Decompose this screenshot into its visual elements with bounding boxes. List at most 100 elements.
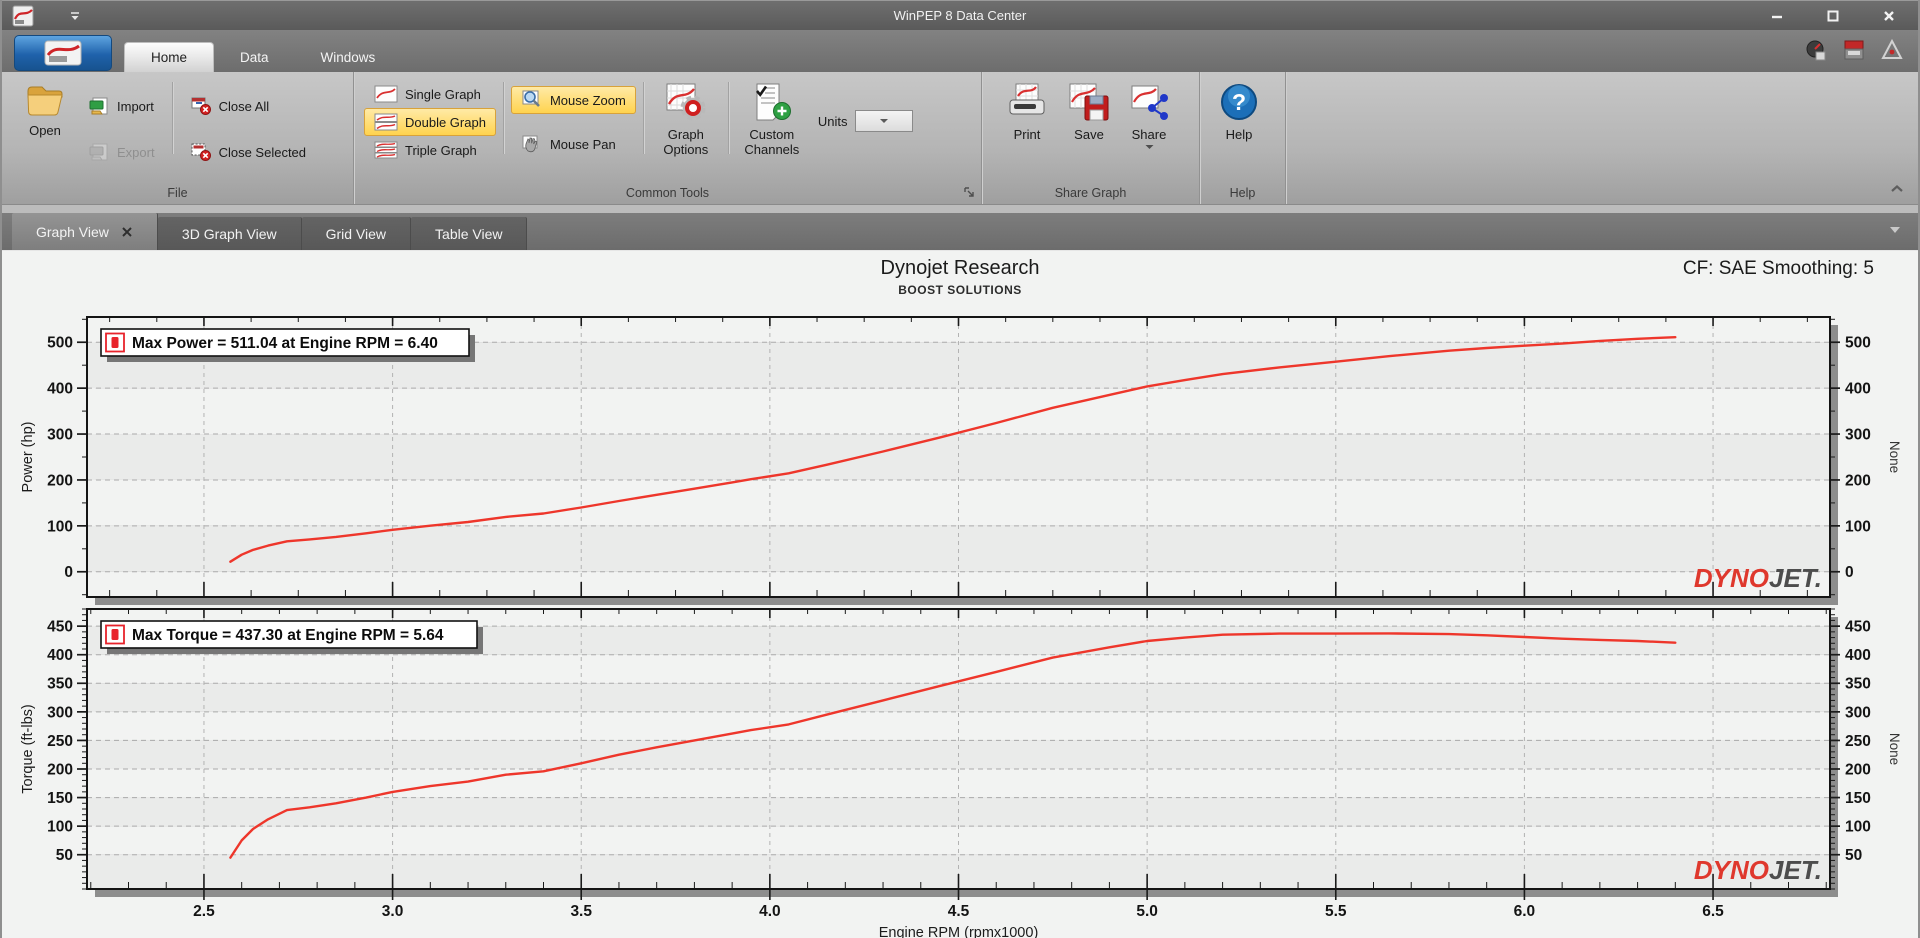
help-button[interactable]: ? Help: [1210, 78, 1268, 142]
close-selected-button[interactable]: Close Selected: [180, 138, 316, 166]
winpep-window: WinPEP 8 Data Center Home Data Windows O…: [0, 0, 1920, 938]
y-tick-label-left: 100: [47, 819, 73, 836]
share-label: Share: [1131, 127, 1167, 142]
close-all-button[interactable]: Close All: [180, 92, 316, 120]
single-graph-icon: [374, 85, 398, 103]
custom-channels-label: Custom Channels: [744, 127, 800, 157]
y-tick-label-right: 350: [1845, 676, 1871, 693]
triple-graph-button[interactable]: Triple Graph: [364, 136, 496, 164]
single-graph-button[interactable]: Single Graph: [364, 80, 496, 108]
chevron-down-icon: [880, 119, 889, 123]
group-divider: [642, 82, 644, 154]
y-tick-label-left: 100: [47, 518, 73, 535]
export-button[interactable]: Export: [78, 138, 165, 166]
ribbon-tab-data[interactable]: Data: [214, 42, 295, 72]
ribbon-tab-home-label: Home: [151, 50, 188, 65]
legend: Max Torque = 437.30 at Engine RPM = 5.64: [100, 620, 483, 654]
ribbon-collapse-chevron-icon[interactable]: [1888, 182, 1906, 196]
export-csv-icon: [89, 143, 108, 161]
graph-options-button[interactable]: Graph Options: [651, 78, 721, 157]
file-group-label: File: [167, 186, 188, 200]
chart-title: Dynojet Research: [880, 257, 1040, 279]
double-graph-button[interactable]: Double Graph: [364, 108, 496, 136]
group-divider: [171, 82, 173, 154]
close-all-label: Close All: [218, 98, 270, 114]
ribbon-group-common-tools: Single Graph Double Graph Triple Graph M…: [354, 72, 982, 204]
save-button[interactable]: Save: [1058, 78, 1120, 142]
power-chart[interactable]: DYNOJET. 0 0 100 100 200 200 300 300 400 400 500 500…: [2, 309, 1920, 609]
custom-channels-button[interactable]: Custom Channels: [736, 78, 808, 157]
x-tick-label: 3.0: [382, 903, 404, 920]
triangle-logo-icon[interactable]: [1880, 38, 1904, 62]
y-tick-label-left: 350: [47, 676, 73, 693]
graph-options-icon: [666, 83, 706, 121]
gauge-icon[interactable]: [1804, 38, 1828, 62]
quick-access-dropdown-icon[interactable]: [68, 9, 82, 23]
close-button[interactable]: [1872, 5, 1906, 27]
minimize-button[interactable]: [1760, 5, 1794, 27]
dyno-module-icon[interactable]: [1842, 38, 1866, 62]
y-tick-label-right: 300: [1845, 426, 1871, 443]
import-label: Import: [117, 98, 154, 114]
application-menu-button[interactable]: [14, 35, 112, 71]
tab-table-view[interactable]: Table View: [411, 217, 528, 250]
tab-close-icon[interactable]: [121, 226, 133, 238]
tab-3d-graph-view-label: 3D Graph View: [181, 225, 277, 242]
ribbon-tab-windows-label: Windows: [320, 49, 376, 65]
import-button[interactable]: Import: [78, 92, 165, 120]
tab-graph-view[interactable]: Graph View: [12, 213, 158, 250]
y-tick-label-right: 300: [1845, 704, 1871, 721]
mouse-pan-button[interactable]: Mouse Pan: [511, 130, 636, 158]
chart-svg: DYNOJET.2.5 3.0 3.5 4.0 4.5 5.0 5.5 6.0 6.550 501…: [20, 608, 1902, 938]
y-tick-label-left: 400: [47, 647, 73, 664]
print-button[interactable]: Print: [996, 78, 1058, 142]
units-dropdown[interactable]: [855, 110, 914, 132]
right-axis-label: None: [1887, 441, 1902, 473]
ribbon-tab-data-label: Data: [240, 49, 269, 65]
tab-list-dropdown-icon[interactable]: [1888, 225, 1902, 235]
double-graph-icon: [374, 113, 398, 131]
group-divider: [727, 82, 729, 154]
y-tick-label-left: 200: [47, 472, 73, 489]
ribbon-tab-home[interactable]: Home: [124, 42, 215, 72]
y-tick-label-left: 0: [64, 564, 73, 581]
x-tick-label: 4.0: [759, 903, 781, 920]
ribbon-group-help: ? Help Help: [1200, 72, 1286, 204]
y-tick-label-left: 500: [47, 335, 73, 352]
view-tab-strip: Graph View 3D Graph View Grid View Table…: [2, 213, 1918, 250]
share-icon: [1131, 85, 1168, 120]
mouse-zoom-button[interactable]: Mouse Zoom: [510, 86, 636, 114]
titlebar-tool-icons: [1804, 38, 1904, 62]
y-tick-label-left: 50: [56, 847, 73, 864]
y-tick-label-right: 450: [1845, 619, 1871, 636]
share-button[interactable]: Share: [1120, 78, 1178, 150]
group-divider: [502, 82, 504, 154]
help-icon: ?: [1221, 84, 1257, 120]
custom-channels-icon: [755, 83, 791, 121]
x-tick-label: 4.5: [948, 903, 970, 920]
x-tick-label: 6.0: [1514, 903, 1536, 920]
ribbon: Open Import Export Close All Close Selec…: [2, 72, 1918, 205]
tab-grid-view-label: Grid View: [325, 225, 387, 242]
mouse-pan-label: Mouse Pan: [549, 136, 616, 152]
maximize-button[interactable]: [1816, 5, 1850, 27]
torque-chart[interactable]: DYNOJET. 2.5 3.0 3.5 4.0 4.5 5.0 5.5 6.0 6.5 50 50 1…: [2, 601, 1920, 938]
triple-graph-icon: [374, 141, 398, 159]
y-tick-label-right: 400: [1845, 381, 1871, 398]
tab-3d-graph-view[interactable]: 3D Graph View: [157, 217, 302, 250]
y-tick-label-right: 200: [1845, 761, 1871, 778]
open-button[interactable]: Open: [12, 78, 78, 138]
y-tick-label-right: 100: [1845, 819, 1871, 836]
save-icon: [1069, 83, 1109, 121]
dialog-launcher-icon[interactable]: [963, 186, 976, 199]
y-tick-label-left: 400: [47, 381, 73, 398]
graph-options-label: Graph Options: [663, 127, 709, 157]
print-icon: [1009, 83, 1045, 115]
tab-grid-view[interactable]: Grid View: [301, 217, 412, 250]
close-selected-icon: [191, 143, 211, 161]
y-axis-label: Power (hp): [20, 422, 36, 493]
save-label: Save: [1074, 127, 1104, 142]
y-tick-label-right: 50: [1845, 847, 1862, 864]
ribbon-tab-windows[interactable]: Windows: [295, 42, 402, 72]
mouse-zoom-icon: [522, 90, 540, 107]
